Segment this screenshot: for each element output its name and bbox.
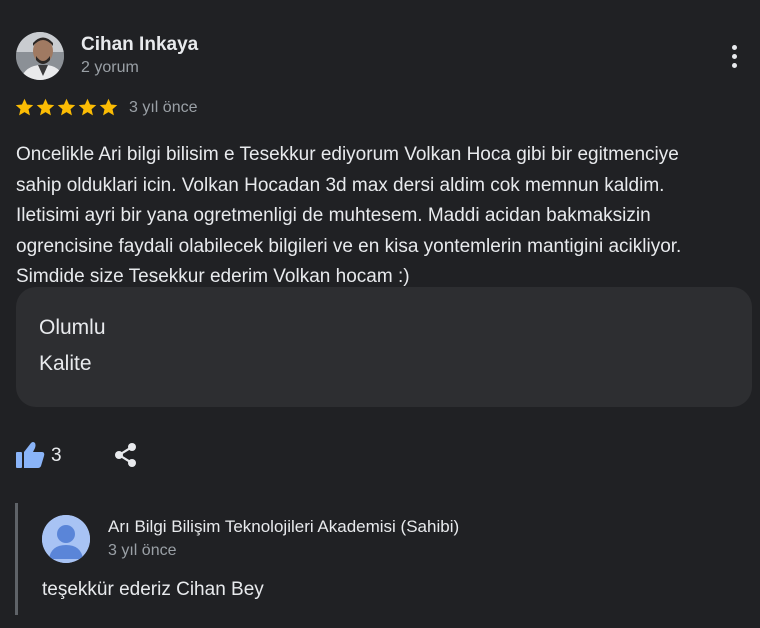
review-card: Cihan Inkaya 2 yorum 3 yıl önce Oncelikl… <box>0 0 760 628</box>
more-options-button[interactable] <box>720 40 748 72</box>
owner-reply-date: 3 yıl önce <box>108 542 177 559</box>
review-text: Oncelikle Ari bilgi bilisim e Tesekkur e… <box>16 140 756 293</box>
tag-kalite: Kalite <box>39 352 92 375</box>
person-icon <box>42 515 90 563</box>
star-icon <box>99 98 118 116</box>
share-button[interactable] <box>112 441 140 469</box>
author-avatar[interactable] <box>16 32 64 80</box>
star-icon <box>36 98 55 116</box>
like-button[interactable] <box>14 440 46 470</box>
like-count: 3 <box>51 445 62 466</box>
review-tags-panel: Olumlu Kalite <box>16 287 752 407</box>
more-vert-icon <box>731 44 737 50</box>
more-vert-dot <box>731 53 737 59</box>
share-icon <box>115 443 136 467</box>
review-text-line: sahip olduklari icin. Volkan Hocadan 3d … <box>16 174 665 196</box>
review-text-line: Iletisimi ayri bir yana ogretmenligi de … <box>16 205 651 226</box>
review-date: 3 yıl önce <box>129 99 198 116</box>
author-review-count: 2 yorum <box>81 59 139 76</box>
thumbs-up-icon <box>16 442 45 468</box>
owner-reply-text: teşekkür ederiz Cihan Bey <box>42 579 264 600</box>
more-vert-dot <box>731 62 737 68</box>
review-text-line: Oncelikle Ari bilgi bilisim e Tesekkur e… <box>16 144 679 165</box>
star-icon <box>78 98 97 116</box>
tag-olumlu: Olumlu <box>39 316 106 339</box>
owner-avatar <box>42 515 90 563</box>
star-icon <box>57 98 76 116</box>
owner-name: Arı Bilgi Bilişim Teknolojileri Akademis… <box>108 517 460 536</box>
review-text-line: ogrencisine faydali olabilecek bilgileri… <box>16 235 682 257</box>
star-icon <box>15 98 34 116</box>
author-name[interactable]: Cihan Inkaya <box>81 34 198 56</box>
owner-reply-divider <box>15 503 18 615</box>
star-rating <box>14 97 119 118</box>
